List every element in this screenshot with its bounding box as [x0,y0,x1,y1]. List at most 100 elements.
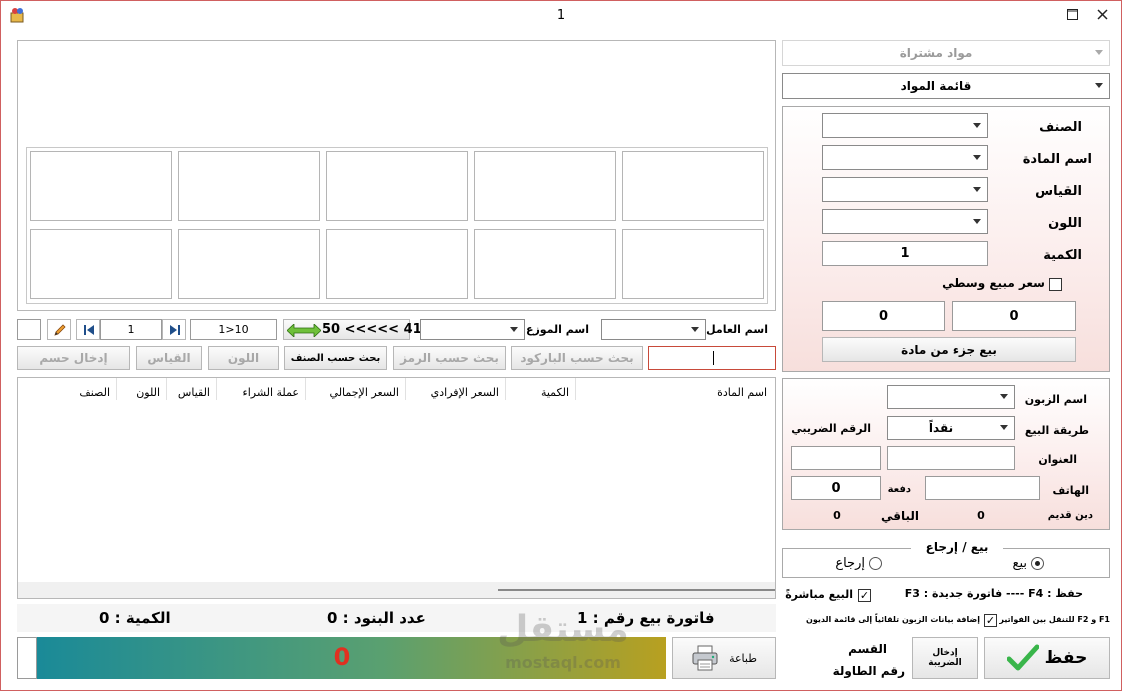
items-table[interactable]: اسم المادة الكمية السعر الإفرادي السعر ا… [17,377,776,599]
barcode-input[interactable] [648,346,776,370]
sale-radio[interactable] [1031,557,1044,570]
size-button[interactable]: القياس [136,346,202,370]
shortcuts-hint: F3 : فاتورة جديدة ---- F4 : حفظ [904,587,1083,600]
watermark-url: mostaql.com [505,653,621,672]
quantity-input[interactable]: 1 [822,241,988,266]
print-button[interactable]: طباعة [672,637,776,679]
quantity-label: الكمية [1043,248,1082,263]
watermark-logo: مستقل [497,609,629,650]
size-combo[interactable] [822,177,988,202]
maximize-button[interactable] [1057,4,1087,28]
product-tile[interactable] [326,229,468,299]
last-page-button[interactable] [162,319,186,340]
product-tile[interactable] [474,229,616,299]
search-by-code-button[interactable]: بحث حسب الرمز [393,346,506,370]
edit-button[interactable] [47,319,71,340]
checkmark-icon [1006,644,1039,671]
customer-name-combo[interactable] [887,385,1015,409]
horizontal-scrollbar[interactable] [18,582,775,598]
search-by-category-button[interactable]: بحث حسب الصنف [284,346,387,370]
table-header: اسم المادة الكمية السعر الإفرادي السعر ا… [18,378,775,400]
color-button[interactable]: اللون [208,346,279,370]
close-icon [1096,9,1108,20]
text-cursor [713,351,714,365]
material-name-label: اسم المادة [1022,152,1092,167]
tax-number-label: الرقم الضريبي [791,422,871,435]
close-button[interactable] [1087,4,1117,28]
column-header[interactable]: السعر الإجمالي [330,386,399,399]
product-tile[interactable] [326,151,468,221]
items-count: عدد البنود : 0 [327,609,426,627]
save-button[interactable]: حفظ [984,637,1110,679]
double-arrow-icon [287,324,321,337]
product-tile[interactable] [622,229,764,299]
size-label: القياس [1035,184,1082,199]
address-input[interactable] [887,446,1015,470]
value-right-field[interactable]: 0 [952,301,1076,331]
product-images-panel [17,40,776,311]
distributor-combo[interactable] [420,319,525,340]
page-number-field[interactable]: 1 [100,319,162,340]
value-left-field[interactable]: 0 [822,301,945,331]
first-page-button[interactable] [76,319,100,340]
small-box [17,637,37,679]
table-number-label: رقم الطاولة [832,664,905,678]
column-header[interactable]: القياس [178,386,210,399]
phone-input[interactable] [925,476,1040,500]
chevron-down-icon [1095,83,1103,88]
distributor-label: اسم الموزع [525,323,589,336]
product-tile[interactable] [178,229,320,299]
tax-number-input[interactable] [791,446,881,470]
section-label: القسم [848,642,887,656]
product-tile[interactable] [178,151,320,221]
sell-part-button[interactable]: بيع جزء من مادة [822,337,1076,362]
return-radio[interactable] [869,557,882,570]
summary-bar: الكمية : 0 عدد البنود : 0 فاتورة بيع رقم… [17,604,776,632]
search-by-barcode-button[interactable]: بحث حسب الباركود [511,346,643,370]
product-tile[interactable] [474,151,616,221]
maximize-icon [1066,9,1078,20]
column-header[interactable]: اسم المادة [717,386,767,399]
return-label: إرجاع [835,556,865,571]
pencil-icon [54,324,66,336]
purchased-materials-combo[interactable]: مواد مشتراة [782,40,1110,66]
scrollbar-thumb[interactable] [498,589,775,591]
worker-combo[interactable] [601,319,706,340]
remaining-value: 0 [833,509,841,522]
auto-customer-checkbox[interactable]: ✓ [984,614,997,627]
remaining-label: الباقي [880,509,919,523]
sale-return-label: بيع / إرجاع [911,540,1003,554]
skip-first-icon [84,325,94,335]
enter-tax-button[interactable]: إدخال الضريبة [912,637,978,679]
nav-hint: F1 و F2 للتنقل بين الفواتير [999,615,1110,624]
watermark: مستقل mostaql.com [493,609,633,679]
chevron-down-icon [973,186,981,192]
materials-list-combo[interactable]: قائمة المواد [782,73,1110,99]
enter-discount-button[interactable]: إدخال حسم [17,346,130,370]
column-header[interactable]: الصنف [79,386,110,399]
column-header[interactable]: الكمية [541,386,569,399]
category-label: الصنف [1039,120,1082,135]
material-name-combo[interactable] [822,145,988,170]
category-combo[interactable] [822,113,988,138]
product-tile[interactable] [30,151,172,221]
column-header[interactable]: عملة الشراء [243,386,299,399]
range-field[interactable]: 1>10 [190,319,277,340]
product-tile[interactable] [30,229,172,299]
column-header[interactable]: السعر الإفرادي [431,386,499,399]
chevron-down-icon [510,326,518,332]
item-counter: 50 <<<<< 41 [283,319,422,340]
column-header[interactable]: اللون [136,386,160,399]
payment-method-label: طريقة البيع [1024,424,1089,437]
payment-method-combo[interactable]: نقداً [887,416,1015,440]
small-box[interactable] [17,319,41,340]
mid-price-label: سعر مبيع وسطي [942,276,1045,290]
color-combo[interactable] [822,209,988,234]
product-tile[interactable] [622,151,764,221]
mid-price-checkbox[interactable] [1049,278,1062,291]
skip-last-icon [170,325,180,335]
payment-input[interactable]: 0 [791,476,881,500]
direct-sale-checkbox[interactable]: ✓ [858,589,871,602]
product-grid [26,147,768,304]
printer-icon [692,645,718,671]
